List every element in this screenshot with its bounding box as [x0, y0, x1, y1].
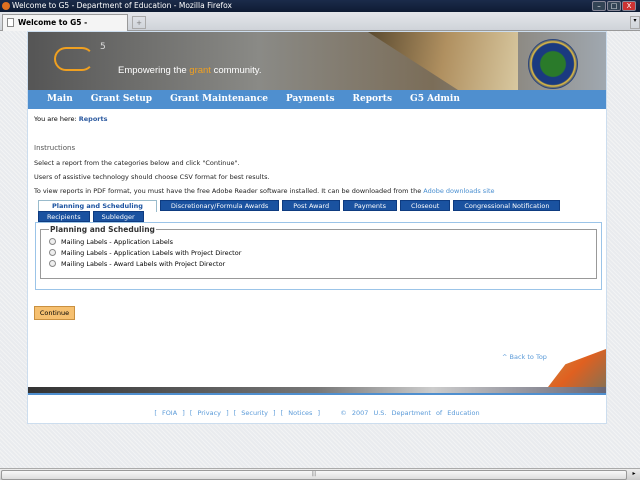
browser-tab[interactable]: Welcome to G5 - Department of Edu... — [2, 14, 128, 43]
tagline-end: community. — [210, 65, 262, 76]
nav-grant-setup[interactable]: Grant Setup — [91, 90, 152, 109]
report-panel: Planning and Scheduling Mailing Labels -… — [35, 222, 602, 290]
nav-grant-maintenance[interactable]: Grant Maintenance — [170, 90, 268, 109]
report-option[interactable]: Mailing Labels - Application Labels with… — [49, 247, 588, 258]
page-icon — [7, 18, 14, 27]
department-seal-icon — [528, 39, 578, 89]
report-option[interactable]: Mailing Labels - Application Labels — [49, 236, 588, 247]
tab-discretionary-formula-awards[interactable]: Discretionary/Formula Awards — [159, 200, 280, 211]
tab-list-button[interactable]: ▾ — [630, 16, 640, 29]
instructions-heading: Instructions — [34, 144, 76, 152]
option-label: Mailing Labels - Application Labels with… — [61, 248, 242, 257]
report-option[interactable]: Mailing Labels - Award Labels with Proje… — [49, 258, 588, 269]
browser-content: 5 Empowering the grant community. Main G… — [0, 31, 640, 468]
minimize-button[interactable]: – — [592, 1, 606, 11]
tab-subledger[interactable]: Subledger — [92, 211, 144, 222]
main-nav: Main Grant Setup Grant Maintenance Payme… — [28, 90, 606, 109]
window-title: Welcome to G5 - Department of Education … — [12, 1, 232, 10]
breadcrumb-reports[interactable]: Reports — [79, 115, 108, 123]
nav-payments[interactable]: Payments — [286, 90, 335, 109]
radio-button[interactable] — [49, 249, 56, 256]
scrollbar-thumb[interactable]: ||| — [1, 470, 627, 480]
breadcrumb: You are here: Reports — [34, 115, 107, 123]
tab-congressional-notification[interactable]: Congressional Notification — [453, 200, 561, 211]
footer-notices-link[interactable]: Notices — [288, 409, 312, 417]
instruction-line-1: Select a report from the categories belo… — [34, 159, 240, 167]
footer-security-link[interactable]: Security — [241, 409, 268, 417]
footer-privacy-link[interactable]: Privacy — [197, 409, 221, 417]
header-bookshelf-image — [368, 32, 518, 90]
fieldset-legend: Planning and Scheduling — [50, 225, 155, 234]
footer: [ FOIA ] [ Privacy ] [ Security ] [ Noti… — [154, 409, 480, 417]
tagline-text: Empowering the — [118, 65, 190, 76]
report-options-fieldset: Planning and Scheduling Mailing Labels -… — [40, 225, 597, 279]
close-button[interactable]: X — [622, 1, 636, 11]
instruction-line-2: Users of assistive technology should cho… — [34, 173, 270, 181]
tab-post-award[interactable]: Post Award — [282, 200, 341, 211]
footer-band — [28, 387, 606, 395]
breadcrumb-label: You are here: — [34, 115, 79, 123]
option-label: Mailing Labels - Award Labels with Proje… — [61, 259, 226, 268]
nav-main[interactable]: Main — [47, 90, 73, 109]
tagline: Empowering the grant community. — [118, 65, 261, 76]
g5-logo — [54, 47, 94, 71]
option-label: Mailing Labels - Application Labels — [61, 237, 174, 246]
g5-logo-superscript: 5 — [100, 42, 106, 52]
footer-foia-link[interactable]: FOIA — [162, 409, 177, 417]
tab-closeout[interactable]: Closeout — [399, 200, 451, 211]
report-tabs-row-2: Recipients Subledger — [38, 211, 147, 222]
scroll-right-arrow-icon[interactable]: ▸ — [628, 470, 640, 480]
adobe-downloads-link[interactable]: Adobe downloads site — [423, 187, 494, 195]
tagline-grant: grant — [189, 65, 211, 76]
page-container: 5 Empowering the grant community. Main G… — [27, 31, 607, 424]
window-titlebar: Welcome to G5 - Department of Education … — [0, 0, 640, 12]
copyright: © 2007 U.S. Department of Education — [340, 409, 480, 417]
tab-payments[interactable]: Payments — [343, 200, 397, 211]
horizontal-scrollbar[interactable]: ||| ▸ — [0, 468, 640, 480]
new-tab-button[interactable]: + — [132, 16, 146, 29]
instruction-line-3-text: To view reports in PDF format, you must … — [34, 187, 424, 195]
site-header: 5 Empowering the grant community. — [28, 32, 606, 90]
instruction-line-3: To view reports in PDF format, you must … — [34, 187, 495, 195]
radio-button[interactable] — [49, 238, 56, 245]
tab-recipients[interactable]: Recipients — [38, 211, 90, 222]
browser-tab-bar: Welcome to G5 - Department of Edu... + ▾ — [0, 12, 640, 43]
nav-g5-admin[interactable]: G5 Admin — [410, 90, 460, 109]
nav-reports[interactable]: Reports — [353, 90, 392, 109]
footer-classroom-image — [548, 349, 606, 387]
firefox-icon — [2, 2, 10, 10]
maximize-button[interactable]: □ — [607, 1, 621, 11]
radio-button[interactable] — [49, 260, 56, 267]
continue-button[interactable]: Continue — [34, 306, 75, 320]
back-to-top-link[interactable]: ^ Back to Top — [502, 353, 547, 361]
